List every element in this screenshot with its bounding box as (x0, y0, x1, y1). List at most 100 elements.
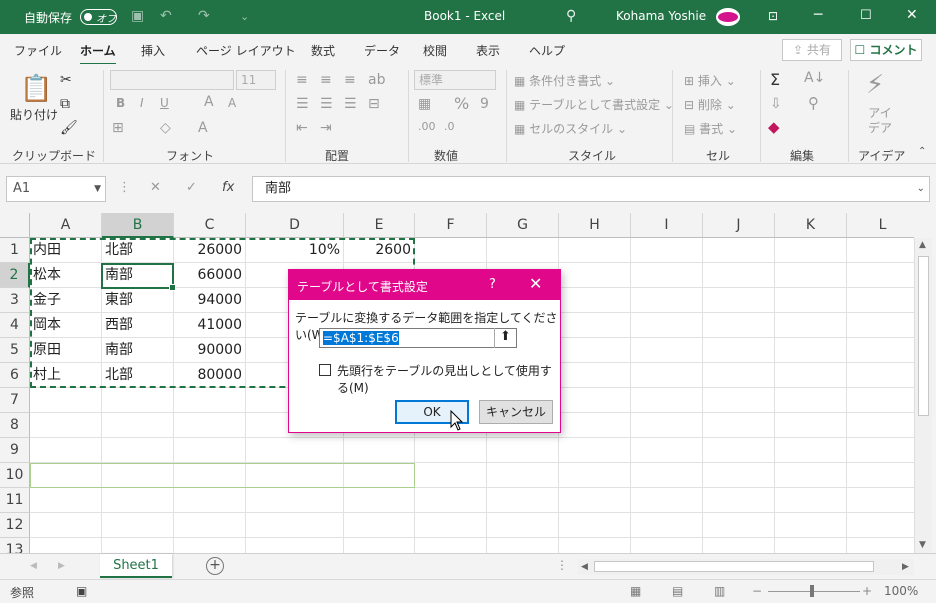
empty-cell[interactable] (703, 263, 775, 288)
column-header-h[interactable]: H (559, 213, 631, 238)
empty-cell[interactable] (30, 413, 102, 438)
percent-icon[interactable]: % (454, 94, 469, 113)
align-middle-icon[interactable]: ≡ (320, 72, 332, 88)
align-left-icon[interactable]: ☰ (296, 96, 309, 112)
row-header-12[interactable]: 12 (0, 513, 30, 538)
scroll-left-icon[interactable]: ◀ (581, 562, 588, 572)
cell-a6[interactable]: 村上 (30, 363, 102, 388)
clear-icon[interactable]: ◆ (768, 118, 780, 136)
empty-cell[interactable] (174, 438, 246, 463)
empty-cell[interactable] (559, 338, 631, 363)
cell-b3[interactable]: 東部 (102, 288, 174, 313)
conditional-formatting-button[interactable]: ▦ 条件付き書式 ⌄ (514, 72, 615, 89)
empty-cell[interactable] (174, 413, 246, 438)
autosave-toggle[interactable]: オフ (80, 9, 117, 25)
empty-cell[interactable] (487, 488, 559, 513)
empty-cell[interactable] (246, 538, 344, 553)
column-header-g[interactable]: G (487, 213, 559, 238)
empty-cell[interactable] (559, 463, 631, 488)
empty-cell[interactable] (631, 238, 703, 263)
italic-button[interactable]: I (140, 96, 144, 110)
empty-cell[interactable] (246, 438, 344, 463)
column-header-a[interactable]: A (30, 213, 102, 238)
empty-cell[interactable] (631, 388, 703, 413)
cell-b6[interactable]: 北部 (102, 363, 174, 388)
empty-cell[interactable] (703, 388, 775, 413)
row-header-13[interactable]: 13 (0, 538, 30, 553)
zoom-slider[interactable] (768, 591, 860, 592)
insert-cells-button[interactable]: ⊞ 挿入 ⌄ (684, 72, 736, 89)
prev-sheet-icon[interactable]: ◀ (30, 561, 37, 571)
autosum-icon[interactable]: Σ (770, 70, 780, 89)
empty-cell[interactable] (631, 263, 703, 288)
align-right-icon[interactable]: ☰ (344, 96, 357, 112)
horizontal-scroll-thumb[interactable] (594, 561, 874, 572)
empty-cell[interactable] (703, 463, 775, 488)
cell-a1[interactable]: 内田 (30, 238, 102, 263)
vertical-scroll-thumb[interactable] (918, 256, 929, 416)
empty-cell[interactable] (847, 538, 914, 553)
tab-split-icon[interactable]: ⋮ (556, 558, 568, 572)
cell-c4[interactable]: 41000 (174, 313, 246, 338)
row-header-7[interactable]: 7 (0, 388, 30, 413)
font-name-combo[interactable] (110, 70, 234, 90)
cell-a5[interactable]: 原田 (30, 338, 102, 363)
empty-cell[interactable] (102, 438, 174, 463)
minimize-icon[interactable]: ─ (814, 7, 822, 23)
empty-cell[interactable] (775, 263, 847, 288)
row-header-3[interactable]: 3 (0, 288, 30, 313)
empty-cell[interactable] (174, 388, 246, 413)
fill-color-icon[interactable]: ◇ (160, 120, 171, 136)
empty-cell[interactable] (102, 463, 174, 488)
collapse-dialog-icon[interactable]: ⬆ (494, 328, 516, 348)
empty-cell[interactable] (246, 513, 344, 538)
cut-icon[interactable]: ✂ (60, 72, 72, 88)
tab-view[interactable]: 表示 (476, 42, 500, 59)
cancel-button[interactable]: キャンセル (479, 400, 553, 424)
row-header-9[interactable]: 9 (0, 438, 30, 463)
empty-cell[interactable] (344, 438, 415, 463)
empty-cell[interactable] (847, 313, 914, 338)
cell-styles-button[interactable]: ▦ セルのスタイル ⌄ (514, 120, 627, 137)
column-header-k[interactable]: K (775, 213, 847, 238)
zoom-level[interactable]: 100% (884, 584, 918, 598)
zoom-slider-thumb[interactable] (810, 585, 814, 597)
header-row-checkbox[interactable] (319, 364, 331, 376)
macro-record-icon[interactable]: ▣ (76, 584, 87, 598)
name-box[interactable]: A1 ▼ (6, 176, 106, 202)
empty-cell[interactable] (559, 238, 631, 263)
empty-cell[interactable] (631, 363, 703, 388)
add-sheet-icon[interactable]: + (206, 557, 224, 575)
cell-a2[interactable]: 松本 (30, 263, 102, 288)
collapse-ribbon-icon[interactable]: ⌃ (918, 146, 926, 157)
empty-cell[interactable] (631, 313, 703, 338)
empty-cell[interactable] (559, 513, 631, 538)
search-icon[interactable]: ⚲ (566, 8, 576, 24)
row-header-5[interactable]: 5 (0, 338, 30, 363)
ribbon-display-icon[interactable]: ⊡ (768, 9, 778, 23)
decrease-decimal-icon[interactable]: .0 (444, 120, 455, 133)
empty-cell[interactable] (102, 513, 174, 538)
empty-cell[interactable] (559, 488, 631, 513)
empty-cell[interactable] (847, 363, 914, 388)
zoom-in-icon[interactable]: + (862, 584, 872, 598)
empty-cell[interactable] (631, 413, 703, 438)
decrease-font-icon[interactable]: A (228, 96, 236, 110)
tab-help[interactable]: ヘルプ (529, 42, 565, 59)
increase-indent-icon[interactable]: ⇥ (320, 120, 332, 136)
column-header-l[interactable]: L (847, 213, 914, 238)
empty-cell[interactable] (415, 513, 487, 538)
cell-c2[interactable]: 66000 (174, 263, 246, 288)
insert-function-icon[interactable]: fx (222, 180, 234, 195)
empty-cell[interactable] (30, 513, 102, 538)
empty-cell[interactable] (847, 488, 914, 513)
empty-cell[interactable] (415, 438, 487, 463)
empty-cell[interactable] (102, 388, 174, 413)
sheet-tab-sheet1[interactable]: Sheet1 (100, 554, 172, 578)
align-top-icon[interactable]: ≡ (296, 72, 308, 88)
empty-cell[interactable] (487, 438, 559, 463)
format-cells-button[interactable]: ▤ 書式 ⌄ (684, 120, 737, 137)
column-header-e[interactable]: E (344, 213, 415, 238)
decrease-indent-icon[interactable]: ⇤ (296, 120, 308, 136)
empty-cell[interactable] (775, 413, 847, 438)
